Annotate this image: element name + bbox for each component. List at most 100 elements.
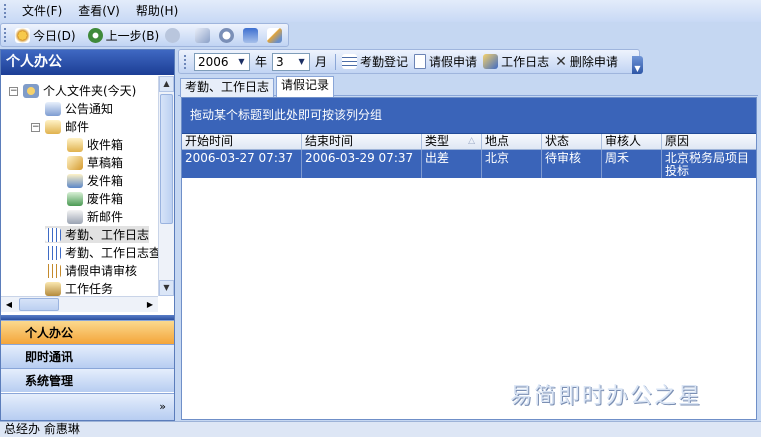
tree-item-personal-folder[interactable]: 个人文件夹(今天) — [23, 82, 136, 99]
personal-folder-icon — [23, 83, 39, 98]
tree-item-attendance-log[interactable]: 考勤、工作日志 — [45, 226, 150, 243]
tree-item-attendance-query[interactable]: 考勤、工作日志查 — [45, 244, 158, 261]
toolbar-action-2[interactable] — [216, 25, 240, 45]
toolbar-overflow-icon[interactable]: ▼ — [632, 56, 643, 74]
nav-button-system-admin[interactable]: 系统管理 — [1, 368, 174, 392]
back-button[interactable]: 上一步(B) — [85, 25, 163, 45]
tree-item-label: 工作任务 — [65, 282, 114, 296]
tree-item-label: 公告通知 — [65, 102, 114, 116]
month-select[interactable]: 3 ▼ — [272, 52, 311, 71]
delete-x-icon: ✕ — [555, 53, 567, 70]
task-icon — [45, 281, 61, 296]
tree-item-label: 邮件 — [65, 120, 90, 134]
tree-vertical-scrollbar[interactable]: ▲ ▼ — [158, 76, 174, 296]
back-label: 上一步(B) — [105, 28, 160, 43]
drafts-icon — [67, 155, 83, 170]
scroll-thumb[interactable] — [19, 298, 59, 311]
calendar-search-icon — [45, 245, 61, 260]
tree-item-trash[interactable]: 废件箱 — [67, 190, 123, 207]
column-end-time[interactable]: 结束时间 — [302, 134, 422, 149]
scroll-down-icon[interactable]: ▼ — [159, 280, 174, 296]
mail-folder-icon — [45, 119, 61, 134]
trash-icon — [67, 191, 83, 206]
notice-icon — [45, 101, 61, 116]
year-value: 2006 — [198, 54, 229, 69]
toolbar-action-1[interactable] — [192, 25, 216, 45]
tree-item-inbox[interactable]: 收件箱 — [67, 136, 123, 153]
menu-view[interactable]: 查看(V) — [70, 1, 128, 21]
menu-file[interactable]: 文件(F) — [14, 1, 70, 21]
work-log-button[interactable]: 工作日志 — [480, 52, 552, 72]
button-label: 工作日志 — [501, 55, 550, 69]
tree-item-label: 个人文件夹(今天) — [43, 84, 137, 98]
tree-item-label: 新邮件 — [87, 210, 124, 224]
column-start-time[interactable]: 开始时间 — [182, 134, 302, 149]
tree-item-outbox[interactable]: 发件箱 — [67, 172, 123, 189]
column-reviewer[interactable]: 审核人 — [602, 134, 662, 149]
tree-item-label: 考勤、工作日志查 — [65, 246, 158, 260]
column-location[interactable]: 地点 — [482, 134, 542, 149]
sort-ascending-icon: △ — [468, 136, 475, 146]
chevron-down-icon: ▼ — [298, 56, 305, 66]
cell-location: 北京 — [482, 150, 542, 178]
tree-item-new-mail[interactable]: 新邮件 — [67, 208, 123, 225]
scroll-left-icon[interactable]: ◀ — [1, 297, 17, 312]
cell-reason: 北京税务局项目投标 — [665, 151, 750, 178]
nav-button-instant-messaging[interactable]: 即时通讯 — [1, 344, 174, 368]
scroll-right-icon[interactable]: ▶ — [142, 297, 158, 312]
tree-item-leave-review[interactable]: 请假申请审核 — [45, 262, 137, 279]
toolbar-separator — [335, 53, 337, 70]
tab-leave-records[interactable]: 请假记录 — [276, 76, 335, 97]
cell-end-time: 2006-03-29 07:37 — [302, 150, 422, 178]
column-reason[interactable]: 原因 — [662, 134, 756, 149]
toolbar-grip[interactable] — [4, 28, 6, 42]
year-select[interactable]: 2006 ▼ — [194, 52, 250, 71]
group-by-area[interactable]: 拖动某个标题到此处即可按该列分组 — [182, 98, 756, 134]
toolbar-grip[interactable] — [184, 54, 188, 69]
tree-horizontal-scrollbar[interactable]: ◀ ▶ — [1, 296, 158, 312]
calendar-icon — [45, 227, 61, 242]
leave-records-grid: 拖动某个标题到此处即可按该列分组 开始时间 结束时间 类型 △ 地点 状态 审核… — [181, 97, 757, 420]
scroll-thumb[interactable] — [160, 94, 173, 224]
leave-request-button[interactable]: 请假申请 — [411, 52, 480, 72]
delete-request-button[interactable]: ✕ 删除申请 — [552, 52, 621, 72]
leave-review-icon — [45, 263, 61, 278]
tree-item-notice[interactable]: 公告通知 — [45, 100, 113, 117]
new-mail-icon — [67, 209, 83, 224]
nav-expand-icon[interactable]: » — [1, 393, 174, 420]
toolbar-action-3[interactable] — [240, 25, 264, 45]
scroll-up-icon[interactable]: ▲ — [159, 76, 174, 92]
attendance-register-button[interactable]: 考勤登记 — [339, 52, 411, 72]
month-label: 月 — [315, 55, 328, 69]
tree-item-mail[interactable]: 邮件 — [45, 118, 89, 135]
cell-status: 待审核 — [542, 150, 602, 178]
tree-item-drafts[interactable]: 草稿箱 — [67, 154, 123, 171]
column-status[interactable]: 状态 — [542, 134, 602, 149]
button-label: 删除申请 — [569, 55, 618, 69]
panel-title: 个人办公 — [1, 50, 174, 75]
button-label: 考勤登记 — [360, 55, 409, 69]
toolbar-action-4[interactable] — [264, 25, 288, 45]
tree-item-work-task[interactable]: 工作任务 — [45, 280, 113, 296]
status-bar: 总经办 俞惠琳 — [0, 421, 761, 437]
minus-circle-icon — [219, 27, 235, 43]
product-watermark: 易简即时办公之星 — [510, 384, 703, 409]
collapse-icon[interactable]: − — [9, 87, 18, 96]
address-book-icon — [195, 27, 211, 43]
nav-button-personal-office[interactable]: 个人办公 — [1, 320, 174, 344]
tree-item-label: 废件箱 — [87, 192, 124, 206]
grid-header: 开始时间 结束时间 类型 △ 地点 状态 审核人 原因 — [182, 134, 756, 150]
menubar-grip[interactable] — [4, 4, 8, 18]
today-icon — [15, 27, 30, 43]
month-value: 3 — [276, 54, 284, 69]
forward-button[interactable] — [162, 25, 186, 45]
outbox-icon — [67, 173, 83, 188]
today-button[interactable]: 今日(D) — [12, 25, 79, 45]
menu-help[interactable]: 帮助(H) — [128, 1, 186, 21]
edit-pen-icon — [267, 27, 283, 43]
tab-attendance-log[interactable]: 考勤、工作日志 — [180, 78, 275, 97]
table-row[interactable]: 2006-03-27 07:37 2006-03-29 07:37 出差 北京 … — [182, 150, 756, 178]
chevron-down-icon: ▼ — [238, 56, 245, 66]
column-type[interactable]: 类型 △ — [422, 134, 482, 149]
collapse-icon[interactable]: − — [31, 123, 40, 132]
